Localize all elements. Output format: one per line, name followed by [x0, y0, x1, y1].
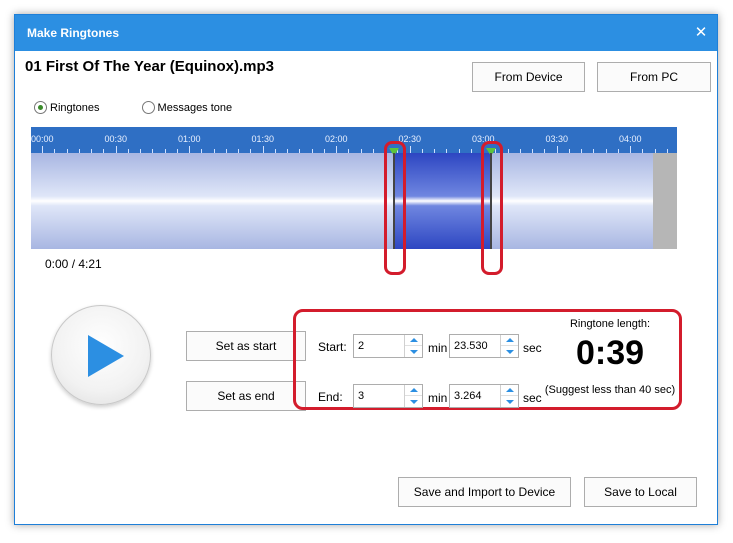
end-min-unit: min [428, 391, 448, 405]
timeline-tick-label: 04:00 [619, 134, 642, 144]
title-bar: Make Ringtones ✕ [15, 15, 717, 51]
end-min-value: 3 [358, 390, 365, 402]
file-title: 01 First Of The Year (Equinox).mp3 [25, 58, 274, 75]
end-min-arrows [404, 385, 422, 407]
timeline-tick [189, 146, 190, 153]
play-button[interactable] [51, 305, 151, 405]
chevron-down-icon [505, 349, 514, 354]
play-icon [88, 335, 124, 377]
start-sec-value: 23.530 [454, 340, 488, 352]
close-icon[interactable]: ✕ [685, 15, 717, 51]
timeline-tick [409, 146, 411, 153]
end-label: End: [318, 390, 343, 404]
timeline-tick-label: 00:00 [31, 134, 54, 144]
mode-radio-group: Ringtones Messages tone [34, 101, 232, 114]
end-min-down-button[interactable] [405, 396, 422, 407]
waveform-editor[interactable]: 00:00 00:30 01:00 01:30 02:00 02:30 03:00 03:30… [31, 127, 677, 249]
set-as-end-button[interactable]: Set as end [186, 381, 306, 411]
start-sec-stepper[interactable]: 23.530 [449, 334, 519, 358]
end-sec-value: 3.264 [454, 390, 482, 402]
timeline-tick-label: 00:30 [104, 134, 128, 144]
start-min-value: 2 [358, 340, 365, 352]
timeline-tick [115, 146, 117, 153]
ringtone-length-value: 0:39 [575, 334, 645, 372]
ringtones-radio[interactable] [34, 101, 47, 114]
window-title: Make Ringtones [27, 26, 120, 40]
start-min-unit: min [428, 341, 448, 355]
end-min-up-button[interactable] [405, 385, 422, 396]
timeline-tick [556, 146, 558, 153]
chevron-up-icon [409, 388, 418, 392]
end-sec-down-button[interactable] [501, 396, 518, 407]
messages-tone-radio-label: Messages tone [157, 101, 233, 114]
set-as-start-button[interactable]: Set as start [186, 331, 306, 361]
messages-tone-radio[interactable] [141, 101, 155, 114]
timeline-tick-label: 01:30 [251, 134, 275, 144]
chevron-up-icon [505, 338, 514, 342]
start-min-stepper[interactable]: 2 [353, 334, 423, 358]
chevron-down-icon [409, 349, 418, 354]
chevron-down-icon [505, 399, 514, 404]
chevron-down-icon [409, 399, 418, 404]
start-sec-down-button[interactable] [501, 346, 518, 357]
timeline-tick-label: 02:00 [325, 134, 348, 144]
start-min-arrows [404, 335, 422, 357]
chevron-up-icon [409, 338, 418, 342]
timeline-tick-label: 01:00 [178, 134, 201, 144]
timeline-tick [262, 146, 264, 153]
timeline-tick [336, 146, 337, 153]
start-marker-highlight [383, 141, 406, 275]
end-sec-stepper[interactable]: 3.264 [449, 384, 519, 408]
end-marker-highlight [480, 141, 503, 275]
timeline-tick [630, 146, 631, 153]
from-device-button[interactable]: From Device [472, 62, 585, 92]
end-min-stepper[interactable]: 3 [353, 384, 423, 408]
selection-region [393, 153, 491, 249]
time-readout: 0:00 / 4:21 [45, 257, 102, 271]
timeline-tick [42, 146, 43, 153]
ringtone-length-label: Ringtone length: [569, 318, 651, 330]
start-label: Start: [318, 340, 347, 354]
ringtones-radio-label: Ringtones [50, 101, 100, 114]
start-sec-unit: sec [523, 341, 542, 355]
timeline-ruler: 00:00 00:30 01:00 01:30 02:00 02:30 03:00 03:30… [31, 127, 677, 153]
from-pc-button[interactable]: From PC [597, 62, 711, 92]
waveform-display [31, 153, 677, 249]
timeline-tick-label: 03:30 [545, 134, 569, 144]
start-min-up-button[interactable] [405, 335, 422, 346]
save-and-import-button[interactable]: Save and Import to Device [398, 477, 571, 507]
waveform-silence [653, 153, 677, 249]
start-sec-up-button[interactable] [501, 335, 518, 346]
end-sec-up-button[interactable] [501, 385, 518, 396]
ringtone-length-hint: (Suggest less than 40 sec) [544, 384, 676, 396]
save-to-local-button[interactable]: Save to Local [584, 477, 697, 507]
chevron-up-icon [505, 388, 514, 392]
start-sec-arrows [500, 335, 518, 357]
end-sec-arrows [500, 385, 518, 407]
start-min-down-button[interactable] [405, 346, 422, 357]
